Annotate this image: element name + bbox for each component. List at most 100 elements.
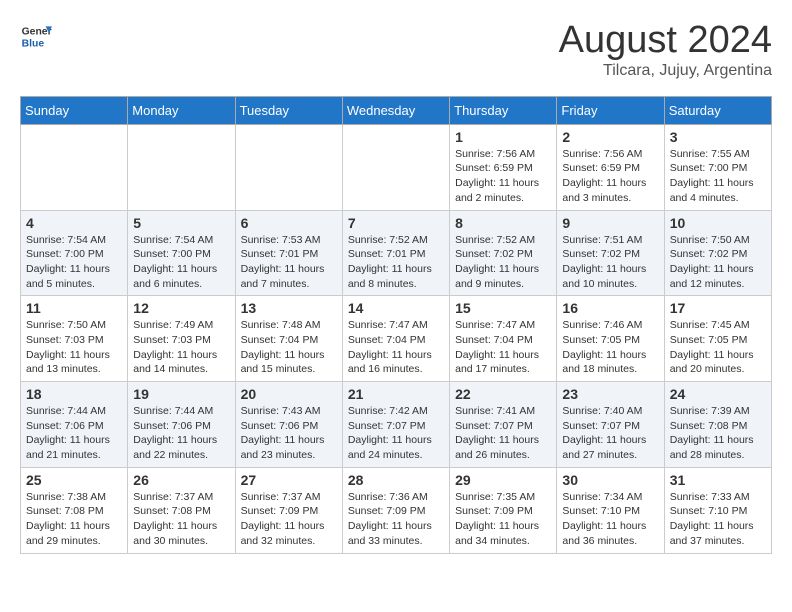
week-row-4: 18 Sunrise: 7:44 AM Sunset: 7:06 PM Dayli… xyxy=(21,382,772,468)
day-info: Sunrise: 7:44 AM Sunset: 7:06 PM Dayligh… xyxy=(133,404,229,463)
day-number: 18 xyxy=(26,386,122,402)
col-header-tuesday: Tuesday xyxy=(235,96,342,124)
calendar-cell xyxy=(128,124,235,210)
day-info: Sunrise: 7:41 AM Sunset: 7:07 PM Dayligh… xyxy=(455,404,551,463)
day-info: Sunrise: 7:45 AM Sunset: 7:05 PM Dayligh… xyxy=(670,318,766,377)
day-number: 28 xyxy=(348,472,444,488)
header-row: SundayMondayTuesdayWednesdayThursdayFrid… xyxy=(21,96,772,124)
day-number: 29 xyxy=(455,472,551,488)
calendar-cell xyxy=(21,124,128,210)
week-row-2: 4 Sunrise: 7:54 AM Sunset: 7:00 PM Daylig… xyxy=(21,210,772,296)
day-info: Sunrise: 7:52 AM Sunset: 7:02 PM Dayligh… xyxy=(455,233,551,292)
calendar-cell: 11Sunrise: 7:50 AM Sunset: 7:03 PM Dayli… xyxy=(21,296,128,382)
day-info: Sunrise: 7:44 AM Sunset: 7:06 PM Dayligh… xyxy=(26,404,122,463)
day-number: 22 xyxy=(455,386,551,402)
calendar-cell: 21 Sunrise: 7:42 AM Sunset: 7:07 PM Dayli… xyxy=(342,382,449,468)
calendar-cell: 16 Sunrise: 7:46 AM Sunset: 7:05 PM Dayli… xyxy=(557,296,664,382)
calendar-cell: 27Sunrise: 7:37 AM Sunset: 7:09 PM Dayli… xyxy=(235,467,342,553)
calendar-cell: 22 Sunrise: 7:41 AM Sunset: 7:07 PM Dayli… xyxy=(450,382,557,468)
day-info: Sunrise: 7:47 AM Sunset: 7:04 PM Dayligh… xyxy=(455,318,551,377)
calendar-cell xyxy=(342,124,449,210)
day-number: 20 xyxy=(241,386,337,402)
calendar-cell: 31 Sunrise: 7:33 AM Sunset: 7:10 PM Dayli… xyxy=(664,467,771,553)
day-info: Sunrise: 7:37 AM Sunset: 7:08 PM Dayligh… xyxy=(133,490,229,549)
day-info: Sunrise: 7:37 AM Sunset: 7:09 PM Dayligh… xyxy=(241,490,337,549)
day-number: 12 xyxy=(133,300,229,316)
calendar-cell: 4 Sunrise: 7:54 AM Sunset: 7:00 PM Daylig… xyxy=(21,210,128,296)
col-header-sunday: Sunday xyxy=(21,96,128,124)
day-info: Sunrise: 7:49 AM Sunset: 7:03 PM Dayligh… xyxy=(133,318,229,377)
col-header-saturday: Saturday xyxy=(664,96,771,124)
calendar-cell: 9 Sunrise: 7:51 AM Sunset: 7:02 PM Daylig… xyxy=(557,210,664,296)
day-number: 14 xyxy=(348,300,444,316)
calendar-cell: 8 Sunrise: 7:52 AM Sunset: 7:02 PM Daylig… xyxy=(450,210,557,296)
calendar-cell: 3Sunrise: 7:55 AM Sunset: 7:00 PM Daylig… xyxy=(664,124,771,210)
day-info: Sunrise: 7:51 AM Sunset: 7:02 PM Dayligh… xyxy=(562,233,658,292)
day-number: 13 xyxy=(241,300,337,316)
calendar-cell: 6Sunrise: 7:53 AM Sunset: 7:01 PM Daylig… xyxy=(235,210,342,296)
day-info: Sunrise: 7:56 AM Sunset: 6:59 PM Dayligh… xyxy=(455,147,551,206)
calendar-cell: 2Sunrise: 7:56 AM Sunset: 6:59 PM Daylig… xyxy=(557,124,664,210)
calendar-cell: 10 Sunrise: 7:50 AM Sunset: 7:02 PM Dayli… xyxy=(664,210,771,296)
day-number: 10 xyxy=(670,215,766,231)
col-header-thursday: Thursday xyxy=(450,96,557,124)
day-number: 9 xyxy=(562,215,658,231)
day-number: 11 xyxy=(26,300,122,316)
calendar-cell: 28 Sunrise: 7:36 AM Sunset: 7:09 PM Dayli… xyxy=(342,467,449,553)
logo: General Blue xyxy=(20,20,52,52)
col-header-wednesday: Wednesday xyxy=(342,96,449,124)
day-info: Sunrise: 7:33 AM Sunset: 7:10 PM Dayligh… xyxy=(670,490,766,549)
col-header-friday: Friday xyxy=(557,96,664,124)
day-number: 24 xyxy=(670,386,766,402)
week-row-3: 11Sunrise: 7:50 AM Sunset: 7:03 PM Dayli… xyxy=(21,296,772,382)
day-number: 31 xyxy=(670,472,766,488)
logo-icon: General Blue xyxy=(20,20,52,52)
day-info: Sunrise: 7:54 AM Sunset: 7:00 PM Dayligh… xyxy=(26,233,122,292)
day-number: 21 xyxy=(348,386,444,402)
calendar-cell: 30Sunrise: 7:34 AM Sunset: 7:10 PM Dayli… xyxy=(557,467,664,553)
week-row-1: 1Sunrise: 7:56 AM Sunset: 6:59 PM Daylig… xyxy=(21,124,772,210)
day-number: 2 xyxy=(562,129,658,145)
day-number: 26 xyxy=(133,472,229,488)
calendar-cell: 19 Sunrise: 7:44 AM Sunset: 7:06 PM Dayli… xyxy=(128,382,235,468)
day-info: Sunrise: 7:43 AM Sunset: 7:06 PM Dayligh… xyxy=(241,404,337,463)
day-number: 25 xyxy=(26,472,122,488)
day-info: Sunrise: 7:46 AM Sunset: 7:05 PM Dayligh… xyxy=(562,318,658,377)
day-info: Sunrise: 7:39 AM Sunset: 7:08 PM Dayligh… xyxy=(670,404,766,463)
day-info: Sunrise: 7:50 AM Sunset: 7:02 PM Dayligh… xyxy=(670,233,766,292)
week-row-5: 25 Sunrise: 7:38 AM Sunset: 7:08 PM Dayli… xyxy=(21,467,772,553)
calendar-cell xyxy=(235,124,342,210)
day-info: Sunrise: 7:38 AM Sunset: 7:08 PM Dayligh… xyxy=(26,490,122,549)
page-subtitle: Tilcara, Jujuy, Argentina xyxy=(559,62,772,80)
calendar-cell: 14Sunrise: 7:47 AM Sunset: 7:04 PM Dayli… xyxy=(342,296,449,382)
day-info: Sunrise: 7:42 AM Sunset: 7:07 PM Dayligh… xyxy=(348,404,444,463)
day-info: Sunrise: 7:52 AM Sunset: 7:01 PM Dayligh… xyxy=(348,233,444,292)
page-header: General Blue August 2024 Tilcara, Jujuy,… xyxy=(20,20,772,80)
calendar-cell: 25 Sunrise: 7:38 AM Sunset: 7:08 PM Dayli… xyxy=(21,467,128,553)
day-number: 15 xyxy=(455,300,551,316)
day-info: Sunrise: 7:35 AM Sunset: 7:09 PM Dayligh… xyxy=(455,490,551,549)
calendar-cell: 17Sunrise: 7:45 AM Sunset: 7:05 PM Dayli… xyxy=(664,296,771,382)
day-number: 4 xyxy=(26,215,122,231)
day-number: 5 xyxy=(133,215,229,231)
calendar-cell: 20 Sunrise: 7:43 AM Sunset: 7:06 PM Dayli… xyxy=(235,382,342,468)
day-number: 16 xyxy=(562,300,658,316)
day-info: Sunrise: 7:55 AM Sunset: 7:00 PM Dayligh… xyxy=(670,147,766,206)
day-number: 19 xyxy=(133,386,229,402)
calendar-cell: 23 Sunrise: 7:40 AM Sunset: 7:07 PM Dayli… xyxy=(557,382,664,468)
day-number: 30 xyxy=(562,472,658,488)
day-info: Sunrise: 7:40 AM Sunset: 7:07 PM Dayligh… xyxy=(562,404,658,463)
day-info: Sunrise: 7:36 AM Sunset: 7:09 PM Dayligh… xyxy=(348,490,444,549)
calendar-table: SundayMondayTuesdayWednesdayThursdayFrid… xyxy=(20,96,772,554)
day-number: 23 xyxy=(562,386,658,402)
calendar-cell: 26 Sunrise: 7:37 AM Sunset: 7:08 PM Dayli… xyxy=(128,467,235,553)
calendar-cell: 12 Sunrise: 7:49 AM Sunset: 7:03 PM Dayli… xyxy=(128,296,235,382)
calendar-cell: 15 Sunrise: 7:47 AM Sunset: 7:04 PM Dayli… xyxy=(450,296,557,382)
day-info: Sunrise: 7:48 AM Sunset: 7:04 PM Dayligh… xyxy=(241,318,337,377)
svg-text:Blue: Blue xyxy=(22,38,45,49)
calendar-cell: 1Sunrise: 7:56 AM Sunset: 6:59 PM Daylig… xyxy=(450,124,557,210)
day-number: 8 xyxy=(455,215,551,231)
calendar-cell: 29 Sunrise: 7:35 AM Sunset: 7:09 PM Dayli… xyxy=(450,467,557,553)
title-block: August 2024 Tilcara, Jujuy, Argentina xyxy=(559,20,772,80)
day-number: 6 xyxy=(241,215,337,231)
